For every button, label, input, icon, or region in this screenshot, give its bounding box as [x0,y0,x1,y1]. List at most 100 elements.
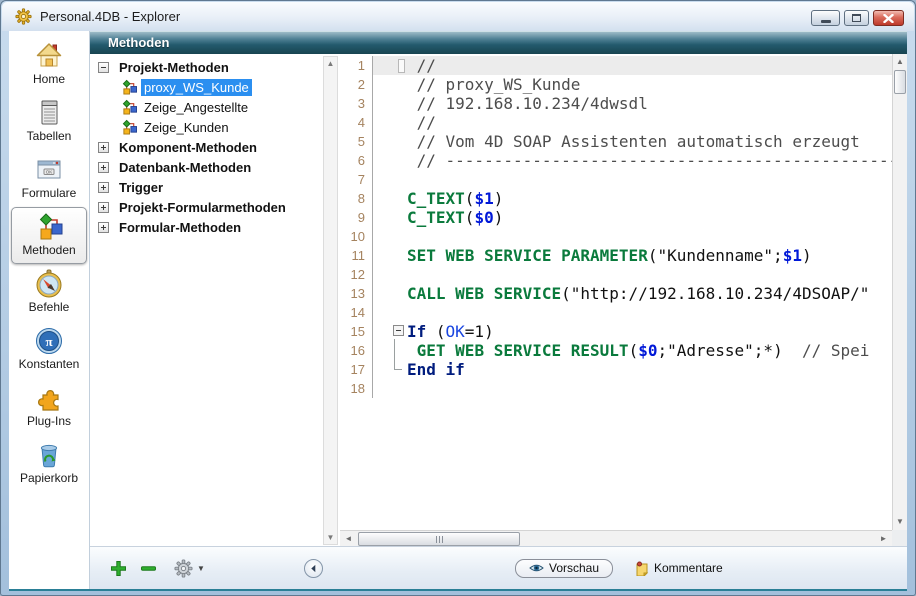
code-line[interactable]: 3 // 192.168.10.234/4dwsdl [340,94,892,113]
line-number: 1 [340,56,373,75]
code-line[interactable]: 11SET WEB SERVICE PARAMETER("Kundenname"… [340,246,892,265]
methods-icon [34,210,64,243]
tree-method-item[interactable]: Zeige_Angestellte [90,97,322,117]
sidebar-item-constants[interactable]: π Konstanten [11,321,87,378]
sidebar-item-home[interactable]: Home [11,36,87,93]
code-line[interactable]: 12 [340,265,892,284]
scroll-left-icon[interactable]: ◄ [341,531,356,547]
tree-group-trigger[interactable]: Trigger [90,177,322,197]
code-line[interactable]: 8C_TEXT($1) [340,189,892,208]
add-method-button[interactable] [110,560,127,577]
tree-group-label: Datenbank-Methoden [116,159,254,176]
content-area: Home Tabellen OKFormulare Methoden Befeh… [9,31,907,591]
tree-method-label: Zeige_Angestellte [141,99,251,116]
sidebar-item-methods[interactable]: Methoden [11,207,87,264]
maximize-icon [852,14,861,22]
titlebar: Personal.4DB - Explorer [2,2,914,31]
scroll-down-icon[interactable]: ▼ [324,531,337,544]
window-title: Personal.4DB - Explorer [40,9,180,24]
vertical-scroll-thumb[interactable] [894,70,906,94]
fold-collapse-icon[interactable] [393,325,404,336]
expand-box-icon[interactable] [98,162,109,173]
code-text: If (OK=1) [373,322,892,341]
code-line[interactable]: 16 GET WEB SERVICE RESULT($0;"Adresse";*… [340,341,892,360]
sidebar-item-label: Konstanten [19,357,80,371]
sidebar-item-commands[interactable]: Befehle [11,264,87,321]
method-icon [122,119,137,135]
collapse-pane-button[interactable] [304,559,323,578]
sidebar-item-label: Formulare [22,186,77,200]
tree-group-label: Komponent-Methoden [116,139,260,156]
code-horizontal-scrollbar[interactable]: ◄ ► [340,530,892,547]
dropdown-caret-icon: ▼ [197,564,205,573]
close-icon [883,14,894,23]
options-gear-button[interactable]: ▼ [174,559,205,578]
code-line[interactable]: 2 // proxy_WS_Kunde [340,75,892,94]
sidebar-item-forms[interactable]: OKFormulare [11,150,87,207]
code-line[interactable]: 14 [340,303,892,322]
delete-method-button[interactable] [140,560,157,577]
code-line[interactable]: 1 // [340,56,892,75]
expand-box-icon[interactable] [98,142,109,153]
chevron-left-icon [309,564,318,573]
code-line[interactable]: 5 // Vom 4D SOAP Assistenten automatisch… [340,132,892,151]
scroll-up-icon[interactable]: ▲ [893,55,907,69]
plugins-icon [34,381,64,414]
line-number: 10 [340,227,373,246]
scroll-right-icon[interactable]: ► [876,531,891,547]
code-line[interactable]: 6 // -----------------------------------… [340,151,892,170]
minimize-button[interactable] [811,10,840,26]
tree-group-formular-methoden[interactable]: Formular-Methoden [90,217,322,237]
expand-box-icon[interactable] [98,182,109,193]
forms-icon: OK [34,153,64,186]
tree-method-label: Zeige_Kunden [141,119,232,136]
expand-box-icon[interactable] [98,202,109,213]
tree-group-projekt-formularmethoden[interactable]: Projekt-Formularmethoden [90,197,322,217]
line-number: 12 [340,265,373,284]
code-text [373,265,892,284]
tree-group-projekt-methoden[interactable]: Projekt-Methoden [90,57,322,77]
code-line[interactable]: 10 [340,227,892,246]
code-line[interactable]: 13CALL WEB SERVICE("http://192.168.10.23… [340,284,892,303]
line-number: 14 [340,303,373,322]
tree-method-item[interactable]: proxy_WS_Kunde [90,77,322,97]
tree-method-item[interactable]: Zeige_Kunden [90,117,322,137]
scroll-up-icon[interactable]: ▲ [324,57,337,70]
code-text: // Vom 4D SOAP Assistenten automatisch e… [373,132,892,151]
code-vertical-scrollbar[interactable]: ▲ ▼ [892,54,907,530]
line-number: 7 [340,170,373,189]
collapse-box-icon[interactable] [98,62,109,73]
code-line[interactable]: 15If (OK=1) [340,322,892,341]
code-viewport[interactable]: 1 //2 // proxy_WS_Kunde3 // 192.168.10.2… [340,54,892,530]
sidebar-item-label: Plug-Ins [27,414,71,428]
code-line[interactable]: 18 [340,379,892,398]
text-caret [398,59,405,73]
line-number: 6 [340,151,373,170]
expand-box-icon[interactable] [98,222,109,233]
scroll-down-icon[interactable]: ▼ [893,515,907,529]
code-text: // -------------------------------------… [373,151,892,170]
code-line[interactable]: 9C_TEXT($0) [340,208,892,227]
app-gear-icon [15,8,32,25]
tree-group-datenbank-methoden[interactable]: Datenbank-Methoden [90,157,322,177]
horizontal-scroll-thumb[interactable] [358,532,520,546]
code-line[interactable]: 17End if [340,360,892,379]
sidebar-item-label: Tabellen [27,129,72,143]
tree-scrollbar[interactable]: ▲ ▼ [323,56,338,545]
line-number: 17 [340,360,373,379]
close-button[interactable] [873,10,904,26]
sidebar-item-tables[interactable]: Tabellen [11,93,87,150]
code-text: // 192.168.10.234/4dwsdl [373,94,892,113]
tree-group-komponent-methoden[interactable]: Komponent-Methoden [90,137,322,157]
method-icon [122,79,137,95]
code-line[interactable]: 4 // [340,113,892,132]
comments-button[interactable]: Kommentare [635,561,723,576]
maximize-button[interactable] [844,10,869,26]
svg-text:π: π [45,334,52,349]
minus-icon [140,560,157,577]
scrollbar-corner [892,530,907,547]
sidebar-item-trash[interactable]: Papierkorb [11,435,87,492]
code-line[interactable]: 7 [340,170,892,189]
sidebar-item-plugins[interactable]: Plug-Ins [11,378,87,435]
preview-button[interactable]: Vorschau [515,559,613,578]
